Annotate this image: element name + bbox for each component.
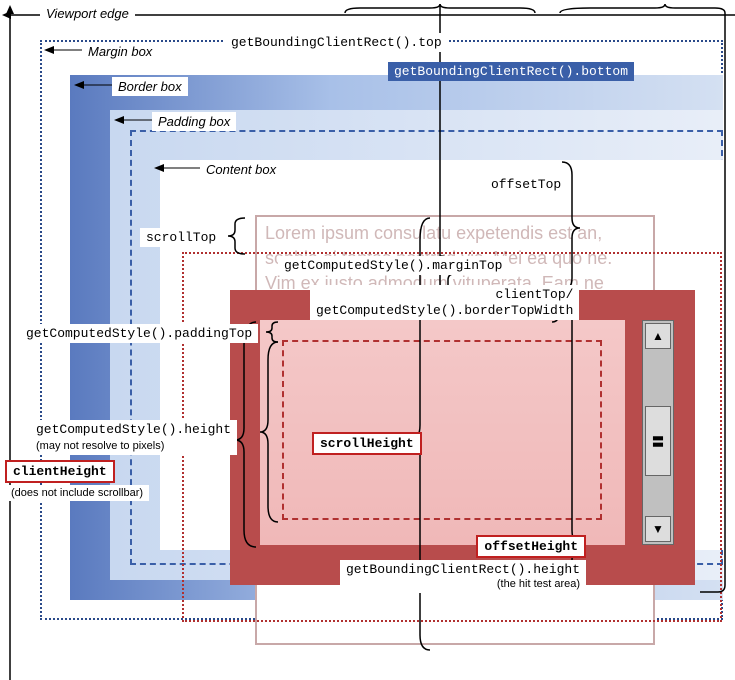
gcs-height-text: getComputedStyle().height xyxy=(36,422,231,437)
gcs-height-note: (may not resolve to pixels) xyxy=(36,440,164,452)
offsettop-label: offsetTop xyxy=(485,175,567,194)
element-content-box xyxy=(282,340,602,520)
paddingtop-label: getComputedStyle().paddingTop xyxy=(20,324,258,343)
clientheight-group: clientHeight (does not include scrollbar… xyxy=(5,460,149,501)
border-box-label: Border box xyxy=(112,77,188,96)
clientheight-note: (does not include scrollbar) xyxy=(5,485,149,501)
gbcr-top-label: getBoundingClientRect().top xyxy=(225,33,448,52)
scrollbar-up-button[interactable]: ▲ xyxy=(645,323,671,349)
viewport-edge-label: Viewport edge xyxy=(40,4,135,23)
margin-box-label: Margin box xyxy=(82,42,158,61)
gbcr-height-text: getBoundingClientRect().height xyxy=(346,562,580,577)
clientheight-label: clientHeight xyxy=(5,460,115,483)
scrollbar-thumb[interactable]: 〓 xyxy=(645,406,671,476)
padding-box-label: Padding box xyxy=(152,112,236,131)
gbcr-bottom-label: getBoundingClientRect().bottom xyxy=(388,62,634,81)
clienttop-line2: getComputedStyle().borderTopWidth xyxy=(316,303,573,319)
gbcr-height-note: (the hit test area) xyxy=(346,578,580,591)
content-box-label: Content box xyxy=(200,160,282,179)
offsetheight-label: offsetHeight xyxy=(476,535,586,558)
clienttop-label: clientTop/ getComputedStyle().borderTopW… xyxy=(310,285,579,320)
scrollbar-down-button[interactable]: ▼ xyxy=(645,516,671,542)
clienttop-line1: clientTop/ xyxy=(316,287,573,303)
gcs-height-label: getComputedStyle().height (may not resol… xyxy=(30,420,237,455)
scrollheight-label: scrollHeight xyxy=(312,432,422,455)
gbcr-height-label: getBoundingClientRect().height (the hit … xyxy=(340,560,586,593)
offsetheight-group: offsetHeight getBoundingClientRect().hei… xyxy=(340,535,586,593)
scrolltop-label: scrollTop xyxy=(140,228,222,247)
margintop-label: getComputedStyle().marginTop xyxy=(278,256,508,275)
scrollbar[interactable]: ▲ 〓 ▼ xyxy=(642,320,674,545)
